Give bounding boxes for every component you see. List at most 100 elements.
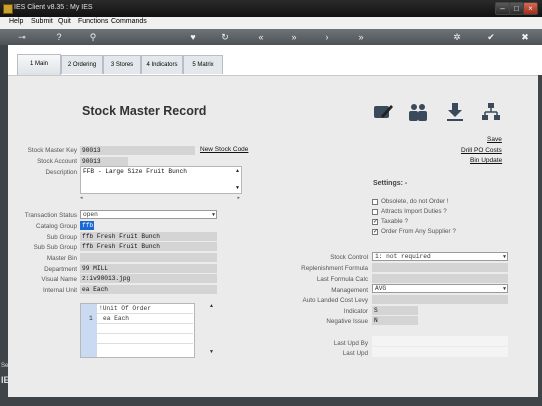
- unit-table-scrollbar[interactable]: ▲ ▼: [209, 303, 217, 356]
- app-icon: [3, 4, 13, 14]
- description-hscroll[interactable]: ◂ ▸: [80, 195, 242, 201]
- chevron-down-icon: ▼: [502, 254, 506, 260]
- negative-issue-field[interactable]: N: [372, 316, 418, 325]
- bin-update-link[interactable]: Bin Update: [470, 157, 502, 164]
- description-label: Description: [45, 169, 78, 176]
- refresh-icon[interactable]: ↻: [218, 30, 232, 44]
- prev-icon[interactable]: »: [287, 30, 301, 44]
- obsolete-label: Obsolete, do not Order !: [381, 198, 449, 205]
- import-duties-checkbox[interactable]: [372, 209, 378, 215]
- indicator-label: Indicator: [343, 308, 368, 315]
- negative-issue-label: Negative Issue: [326, 318, 368, 325]
- unit-table-divider: [97, 313, 193, 314]
- sub-sub-group-label: Sub Sub Group: [33, 244, 77, 251]
- favorite-icon[interactable]: ♥: [186, 30, 200, 44]
- close-icon[interactable]: ×: [523, 2, 538, 15]
- minimize-icon[interactable]: –: [495, 2, 510, 15]
- last-upd-by-field[interactable]: [372, 336, 508, 346]
- last-upd-label: Last Upd: [342, 350, 368, 357]
- title-bar: IES Client v8.35 : My IES – □ ×: [0, 0, 542, 17]
- drill-po-costs-link[interactable]: Drill PO Costs: [461, 147, 502, 154]
- search-icon[interactable]: ⚲: [86, 30, 100, 44]
- tab-stores-label: 3 Stores: [110, 62, 134, 68]
- stock-control-value: 1: not required: [375, 253, 431, 260]
- scroll-down-icon[interactable]: ▼: [236, 184, 239, 193]
- taxable-label: Taxable ?: [381, 218, 408, 225]
- transaction-status-dropdown[interactable]: open ▼: [80, 210, 217, 219]
- ok-icon[interactable]: ✔: [484, 30, 498, 44]
- tab-matrix[interactable]: 5 Matrix: [183, 55, 223, 74]
- menu-help[interactable]: Help: [9, 18, 23, 25]
- last-icon[interactable]: »: [354, 30, 368, 44]
- auto-landed-cost-levy-label: Auto Landed Cost Levy: [302, 297, 368, 304]
- management-value: AVG: [375, 285, 387, 292]
- unit-table-header: !Unit Of Order: [99, 305, 151, 312]
- stock-control-dropdown[interactable]: 1: not required ▼: [372, 252, 508, 261]
- first-icon[interactable]: «: [254, 30, 268, 44]
- master-bin-label: Master Bin: [46, 255, 77, 262]
- key-icon[interactable]: ⊸: [12, 30, 32, 44]
- sub-sub-group-field[interactable]: ffb Fresh Fruit Bunch: [80, 242, 217, 251]
- menu-functions[interactable]: Functions: [78, 18, 108, 25]
- sub-group-label: Sub Group: [46, 234, 77, 241]
- replenishment-formula-field[interactable]: [372, 263, 508, 272]
- taxable-checkbox[interactable]: ✓: [372, 219, 378, 225]
- window-title: IES Client v8.35 : My IES: [14, 4, 93, 11]
- tab-indicators[interactable]: 4 Indicators: [141, 55, 183, 74]
- tab-ordering[interactable]: 2 Ordering: [61, 55, 103, 74]
- internal-unit-field[interactable]: ea Each: [80, 285, 217, 294]
- replenishment-formula-label: Replenishment Formula: [301, 265, 368, 272]
- last-upd-by-label: Last Upd By: [333, 340, 368, 347]
- menu-commands[interactable]: Commands: [111, 18, 147, 25]
- tab-indicators-label: 4 Indicators: [146, 62, 178, 68]
- tab-ordering-label: 2 Ordering: [67, 62, 97, 68]
- chevron-down-icon: ▼: [211, 212, 215, 218]
- obsolete-checkbox[interactable]: [372, 199, 378, 205]
- management-dropdown[interactable]: AVG ▼: [372, 284, 508, 293]
- new-stock-code-link[interactable]: New Stock Code: [200, 146, 248, 153]
- stock-account-field[interactable]: 90013: [80, 157, 128, 166]
- indicator-field[interactable]: S: [372, 306, 418, 315]
- import-duties-label: Attracts Import Duties ?: [381, 208, 447, 215]
- page-title: Stock Master Record: [82, 104, 207, 118]
- stock-account-label: Stock Account: [37, 158, 77, 165]
- cancel-icon[interactable]: ✖: [518, 30, 532, 44]
- stock-master-key-label: Stock Master Key: [27, 147, 77, 154]
- edit-record-icon[interactable]: [372, 101, 394, 123]
- unit-table[interactable]: !Unit Of Order 1 ea Each: [80, 303, 195, 358]
- department-field[interactable]: 99 MILL: [80, 264, 217, 273]
- scroll-up-icon[interactable]: ▲: [209, 303, 214, 309]
- save-link[interactable]: Save: [487, 136, 502, 143]
- catalog-group-field[interactable]: ffb: [80, 221, 94, 230]
- stock-master-key-field[interactable]: 90013: [80, 146, 195, 155]
- maximize-icon[interactable]: □: [509, 2, 524, 15]
- menu-submit[interactable]: Submit: [31, 18, 53, 25]
- auto-landed-cost-levy-field[interactable]: [372, 295, 508, 304]
- management-label: Management: [331, 287, 368, 294]
- visual-name-label: Visual Name: [41, 276, 77, 283]
- download-icon[interactable]: [444, 101, 466, 123]
- hierarchy-icon[interactable]: [480, 101, 502, 123]
- last-formula-calc-field[interactable]: [372, 274, 508, 283]
- tab-stores[interactable]: 3 Stores: [103, 55, 141, 74]
- unit-table-row-value[interactable]: ea Each: [103, 315, 129, 322]
- last-upd-field[interactable]: [372, 347, 508, 357]
- settings-icon[interactable]: ✲: [450, 30, 464, 44]
- description-value: FFB - Large Size Fruit Bunch: [83, 168, 187, 175]
- visual-name-field[interactable]: z:iv90013.jpg: [80, 274, 217, 283]
- description-textarea[interactable]: FFB - Large Size Fruit Bunch ▲ ▼: [80, 166, 242, 194]
- tab-main[interactable]: 1 Main: [17, 54, 61, 75]
- help-icon[interactable]: ?: [52, 30, 66, 44]
- users-icon[interactable]: [407, 101, 429, 123]
- bottom-strip: [8, 397, 542, 406]
- any-supplier-label: Order From Any Supplier ?: [381, 228, 456, 235]
- any-supplier-checkbox[interactable]: ✓: [372, 229, 378, 235]
- sub-group-field[interactable]: ffb Fresh Fruit Bunch: [80, 232, 217, 241]
- master-bin-field[interactable]: [80, 253, 217, 262]
- scroll-up-icon[interactable]: ▲: [236, 167, 239, 176]
- next-icon[interactable]: ›: [320, 30, 334, 44]
- toolbar: ⊸ ? ⚲ ♥ ↻ « » › » ✲ ✔ ✖: [0, 29, 542, 45]
- catalog-group-label: Catalog Group: [36, 223, 77, 230]
- menu-quit[interactable]: Quit: [58, 18, 71, 25]
- scroll-down-icon[interactable]: ▼: [209, 349, 214, 355]
